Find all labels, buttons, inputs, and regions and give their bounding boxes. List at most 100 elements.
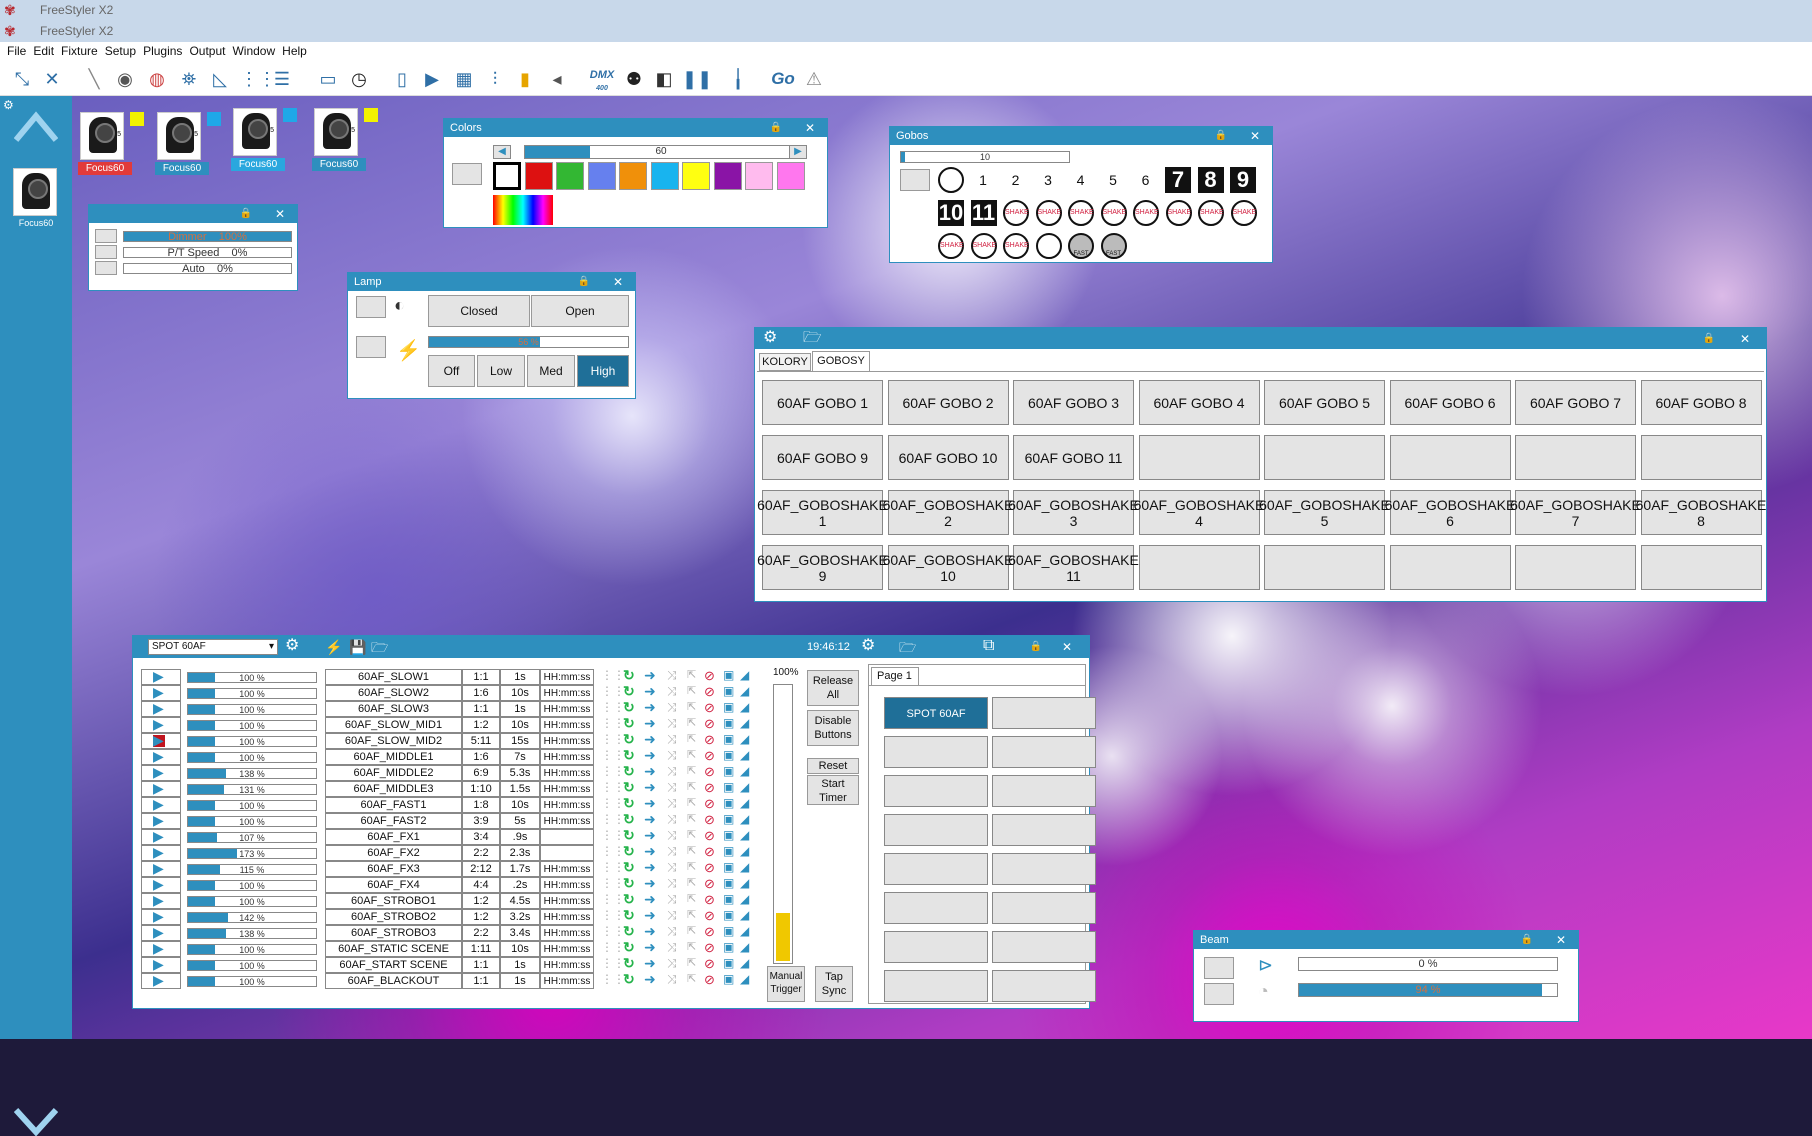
scene-button[interactable]: 60AF_GOBOSHAKE 1 [757,490,888,535]
gobo-shake-icon[interactable]: SHAKE [1198,200,1224,226]
window-titlebar[interactable]: Beam 🔒 ✕ [1194,931,1578,949]
disable-buttons-button[interactable]: Disable Buttons [807,710,859,746]
shuffle-icon[interactable]: ⤨ [667,764,677,779]
lock-icon[interactable]: ▣ [723,684,734,698]
cue-speed-slider[interactable]: 100 % [187,880,317,891]
menu-output[interactable]: Output [182,42,225,58]
cue-list-select[interactable]: SPOT 60AF ▾ [148,639,278,655]
page-button-empty[interactable] [992,970,1096,1002]
page-button-empty[interactable] [884,814,988,846]
mute-icon[interactable]: ⊘ [704,876,715,892]
folder-open-icon[interactable]: 🗁 [371,638,388,656]
play-icon[interactable]: ▶ [153,796,164,813]
window-titlebar[interactable]: Colors 🔒 ✕ [444,119,827,137]
play-icon[interactable]: ▶ [153,812,164,829]
scene-button[interactable]: 60AF GOBO 6 [1389,380,1511,425]
grid-icon[interactable]: ⋮⋮ [601,700,625,714]
lock-icon[interactable]: ▣ [723,860,734,874]
fixture-tile[interactable]: 5 [314,108,358,156]
folder-open-icon[interactable]: 🗁 [803,329,822,347]
lock-icon[interactable]: ▣ [723,732,734,746]
gobo-rotate-fast-icon[interactable]: FAST [1068,233,1094,259]
sliders-icon[interactable]: ⫶ [483,66,507,92]
window-titlebar[interactable]: 🔒 ✕ [89,205,297,223]
lamp-reset-button[interactable] [356,336,386,358]
loop-icon[interactable]: ↻ [623,923,635,940]
cue-name[interactable]: 60AF_FAST2 [325,813,462,829]
fixture-tile[interactable]: 5 [233,108,277,156]
shuffle-icon[interactable]: ⤨ [667,956,677,971]
rainbow-color-button[interactable] [493,195,553,225]
tab-kolory[interactable]: KOLORY [759,353,811,371]
cue-name[interactable]: 60AF_FX4 [325,877,462,893]
cue-name[interactable]: 60AF_SLOW3 [325,701,462,717]
mute-icon[interactable]: ⊘ [704,716,715,732]
scene-button-empty[interactable] [1138,545,1260,590]
mute-icon[interactable]: ⊘ [704,892,715,908]
close-icon[interactable]: ✕ [799,120,821,136]
lock-icon[interactable]: 🔒 [1520,933,1534,947]
bounce-icon[interactable]: ⇱ [687,956,696,969]
lamp-low-button[interactable]: Low [477,355,525,387]
lock-icon[interactable]: ▣ [723,716,734,730]
page-button-empty[interactable] [992,775,1096,807]
start-timer-button[interactable]: Start Timer [807,775,859,805]
cue-name[interactable]: 60AF_STROBO1 [325,893,462,909]
grid-icon[interactable]: ⋮⋮ [601,940,625,954]
mute-icon[interactable]: ⊘ [704,908,715,924]
forward-icon[interactable]: ➜ [644,891,656,908]
reset-button[interactable]: Reset [807,758,859,774]
page-button-empty[interactable] [992,697,1096,729]
grid-icon[interactable]: ⋮⋮ [601,780,625,794]
shuffle-icon[interactable]: ⤨ [667,940,677,955]
cue-speed-slider[interactable]: 100 % [187,960,317,971]
color-swatch[interactable] [776,162,805,190]
mute-icon[interactable]: ⊘ [704,732,715,748]
forward-icon[interactable]: ➜ [644,811,656,828]
volume-icon[interactable]: ◢ [740,748,749,762]
cue-speed-slider[interactable]: 100 % [187,752,317,763]
page-button-empty[interactable] [992,931,1096,963]
cue-name[interactable]: 60AF_FX2 [325,845,462,861]
warning-icon[interactable]: ⚠ [802,66,826,92]
volume-icon[interactable]: ◢ [740,828,749,842]
loop-icon[interactable]: ↻ [623,891,635,908]
page-button-empty[interactable] [884,892,988,924]
cue-name[interactable]: 60AF_MIDDLE1 [325,749,462,765]
fixture-label[interactable]: Focus60 [231,158,285,171]
dimmer-reset-button[interactable] [95,261,117,275]
play-icon[interactable]: ▶ [153,716,164,733]
scene-button[interactable]: 60AF GOBO 4 [1138,380,1260,425]
scene-button-empty[interactable] [1515,435,1636,480]
cue-speed-slider[interactable]: 100 % [187,896,317,907]
shuffle-icon[interactable]: ⤨ [667,908,677,923]
gobo-3[interactable]: 3 [1035,167,1061,193]
grid-icon[interactable]: ⋮⋮ [601,668,625,682]
volume-icon[interactable]: ◢ [740,972,749,986]
cue-speed-slider[interactable]: 100 % [187,672,317,683]
shuffle-icon[interactable]: ⤨ [667,732,677,747]
mute-icon[interactable]: ⊘ [704,860,715,876]
gobo-9[interactable]: 9 [1230,167,1256,193]
projector-icon[interactable]: ▭ [316,66,340,92]
shuffle-icon[interactable]: ⤨ [667,924,677,939]
gobo-shake-icon[interactable]: SHAKE [1068,200,1094,226]
fixture-label[interactable]: Focus60 [312,158,366,171]
forward-icon[interactable]: ➜ [644,843,656,860]
grid-icon[interactable]: ⋮⋮ [601,764,625,778]
disconnect-icon[interactable]: ✕ [40,66,64,92]
volume-icon[interactable]: ◢ [740,892,749,906]
color-swatch[interactable] [619,162,647,190]
mute-icon[interactable]: ⊘ [704,812,715,828]
color-swatch[interactable] [524,162,553,190]
shuffle-icon[interactable]: ⤨ [667,684,677,699]
shuffle-icon[interactable]: ⤨ [667,876,677,891]
mute-icon[interactable]: ⊘ [704,956,715,972]
connect-icon[interactable]: ⤡ [10,66,34,92]
grid-icon[interactable]: ⋮⋮ [601,876,625,890]
volume-icon[interactable]: ◢ [740,860,749,874]
rail-fixture-thumbnail[interactable] [13,168,57,216]
cue-speed-slider[interactable]: 138 % [187,928,317,939]
bounce-icon[interactable]: ⇱ [687,780,696,793]
mute-icon[interactable]: ⊘ [704,940,715,956]
